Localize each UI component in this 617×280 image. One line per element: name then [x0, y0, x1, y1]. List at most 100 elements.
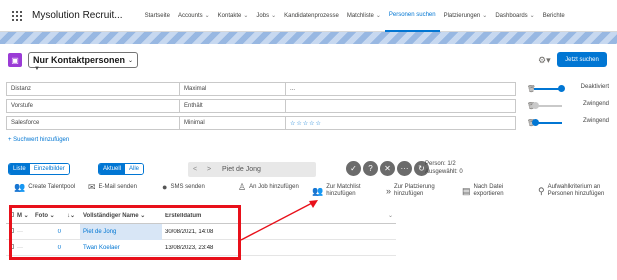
weight-label: Deaktiviert: [580, 84, 609, 90]
filter-operator[interactable]: Enthält: [180, 100, 286, 112]
app-name: Mysolution Recruit...: [32, 10, 123, 21]
weight-slider[interactable]: [534, 85, 565, 92]
nav-tab-label: Kontakte: [217, 12, 242, 19]
next-icon[interactable]: >: [202, 166, 216, 173]
add-filter-link[interactable]: + Suchwert hinzufügen: [8, 137, 69, 143]
action-label: An Job hinzufügen: [249, 184, 299, 190]
filter-row: Salesforce Minimal ☆☆☆☆☆: [6, 116, 516, 130]
action-add-placement[interactable]: » Zur Platzierung hinzufügen: [386, 184, 444, 198]
sms-icon: ●: [162, 182, 168, 192]
more-icon[interactable]: ···: [397, 161, 412, 176]
object-icon: ▣: [8, 53, 22, 67]
nav-tab-0[interactable]: Startseite: [141, 0, 174, 32]
tab-alle[interactable]: Alle: [125, 164, 144, 174]
star-rating[interactable]: ☆☆☆☆☆: [290, 121, 322, 127]
action-add-job[interactable]: ♙ An Job hinzufügen: [238, 182, 299, 192]
weight-label: Zwingend: [582, 101, 609, 107]
filter-operator[interactable]: Maximal: [180, 83, 286, 95]
action-label: Zur Platzierung hinzufügen: [394, 184, 435, 197]
nav-tab-5[interactable]: Matchliste ⌄: [343, 0, 385, 32]
action-label: SMS senden: [170, 184, 205, 190]
header-banner: [0, 32, 617, 44]
slider-knob[interactable]: [532, 119, 539, 126]
action-create-talentpool[interactable]: 👥 Create Talentpool: [14, 182, 76, 192]
filter-field[interactable]: Salesforce: [7, 117, 180, 129]
nav-tab-3[interactable]: Jobs ⌄: [252, 0, 280, 32]
page-header: ▣ Nur Kontaktpersonen ⌄: [6, 48, 611, 72]
chevron-down-icon[interactable]: ⌄: [205, 0, 210, 32]
chevron-down-icon[interactable]: ⌄: [376, 0, 381, 32]
action-sms[interactable]: ● SMS senden: [162, 182, 205, 192]
nav-tab-label: Kandidatenprozesse: [284, 12, 339, 19]
nav-tab-label: Matchliste: [346, 12, 374, 19]
action-label: Create Talentpool: [28, 184, 76, 190]
filter-operator[interactable]: Minimal: [180, 117, 286, 129]
nav-tab-4[interactable]: Kandidatenprozesse: [280, 0, 343, 32]
filter-row: Vorstufe Enthält: [6, 99, 516, 113]
check-icon[interactable]: ✓: [346, 161, 361, 176]
action-add-criteria[interactable]: ⚲ Aufwahlkriterium an Personen hinzufügen: [538, 184, 614, 198]
record-actions: ✓ ? ✕ ··· ↻: [346, 161, 429, 176]
record-counter: Person: 1/2 Ausgewählt: 0: [425, 160, 463, 176]
nav-tab-6[interactable]: Personen suchen: [384, 0, 440, 32]
filter-value[interactable]: [286, 100, 515, 112]
chevron-down-icon: ⌄: [128, 57, 134, 64]
tab-aktuell[interactable]: Aktuell: [99, 164, 126, 174]
people-icon: 👥: [14, 182, 26, 192]
nav-tab-label: Dashboards: [495, 12, 528, 19]
nav-tab-label: Platzierungen: [443, 12, 481, 19]
chevron-down-icon[interactable]: ⌄: [530, 0, 535, 32]
selected-count: Ausgewählt: 0: [425, 169, 463, 175]
filter-field[interactable]: Distanz: [7, 83, 180, 95]
nav-tab-2[interactable]: Kontakte ⌄: [214, 0, 253, 32]
prev-icon[interactable]: <: [188, 166, 202, 173]
email-icon: ✉: [88, 182, 96, 192]
action-add-matchlist[interactable]: 👥 Zur Matchlist hinzufügen: [312, 184, 370, 198]
highlight-arrow: [240, 200, 318, 241]
tab-liste[interactable]: Liste: [9, 164, 30, 174]
help-icon[interactable]: ?: [363, 161, 378, 176]
scope-toggle: Aktuell Alle: [98, 163, 145, 175]
nav-tab-7[interactable]: Platzierungen ⌄: [440, 0, 492, 32]
global-nav: Mysolution Recruit... Startseite Accounts…: [0, 0, 617, 32]
action-label: Nach Datei exportieren: [473, 184, 504, 197]
filter-value[interactable]: ☆☆☆☆☆: [286, 117, 515, 129]
view-toggle: Liste Einzelbilder: [8, 163, 70, 175]
chevron-down-icon[interactable]: ⌄: [243, 0, 248, 32]
search-button[interactable]: Jetzt suchen: [557, 52, 607, 67]
nav-tab-label: Startseite: [144, 12, 170, 19]
action-label: E-Mail senden: [98, 184, 137, 190]
placement-icon: »: [386, 185, 392, 196]
weight-slider[interactable]: [532, 119, 562, 126]
criteria-icon: ⚲: [538, 185, 545, 196]
highlight-box: [9, 205, 241, 260]
gear-icon[interactable]: ⚙▾: [538, 55, 551, 66]
view-select-label: Nur Kontaktpersonen: [33, 55, 126, 65]
filter-row: Distanz Maximal...: [6, 82, 516, 96]
chevron-down-icon[interactable]: ⌄: [482, 0, 487, 32]
chevron-down-icon[interactable]: ⌄: [271, 0, 276, 32]
weight-slider[interactable]: [532, 102, 562, 109]
slider-knob[interactable]: [558, 85, 565, 92]
filter-field[interactable]: Vorstufe: [7, 100, 180, 112]
view-select[interactable]: Nur Kontaktpersonen ⌄: [28, 52, 139, 68]
slider-knob[interactable]: [532, 102, 539, 109]
nav-tab-9[interactable]: Berichte: [539, 0, 569, 32]
nav-tab-label: Accounts: [177, 12, 203, 19]
action-export[interactable]: ▤ Nach Datei exportieren: [462, 184, 512, 198]
job-icon: ♙: [238, 182, 247, 192]
tab-einzelbilder[interactable]: Einzelbilder: [29, 164, 69, 174]
filter-value[interactable]: ...: [286, 83, 515, 95]
record-pager: < > Piet de Jong: [188, 162, 316, 177]
close-icon[interactable]: ✕: [380, 161, 395, 176]
nav-tab-label: Personen suchen: [388, 11, 436, 18]
person-count: Person: 1/2: [425, 161, 456, 167]
current-record-name: Piet de Jong: [222, 166, 261, 173]
matchlist-icon: 👥: [312, 185, 324, 196]
nav-tab-1[interactable]: Accounts ⌄: [174, 0, 214, 32]
app-launcher-icon[interactable]: [12, 10, 22, 21]
nav-tabs: Startseite Accounts ⌄ Kontakte ⌄ Jobs ⌄ Kandida…: [141, 0, 569, 32]
nav-tab-8[interactable]: Dashboards ⌄: [491, 0, 538, 32]
action-email[interactable]: ✉ E-Mail senden: [88, 182, 137, 192]
caret-down-icon[interactable]: ▼: [34, 66, 40, 72]
